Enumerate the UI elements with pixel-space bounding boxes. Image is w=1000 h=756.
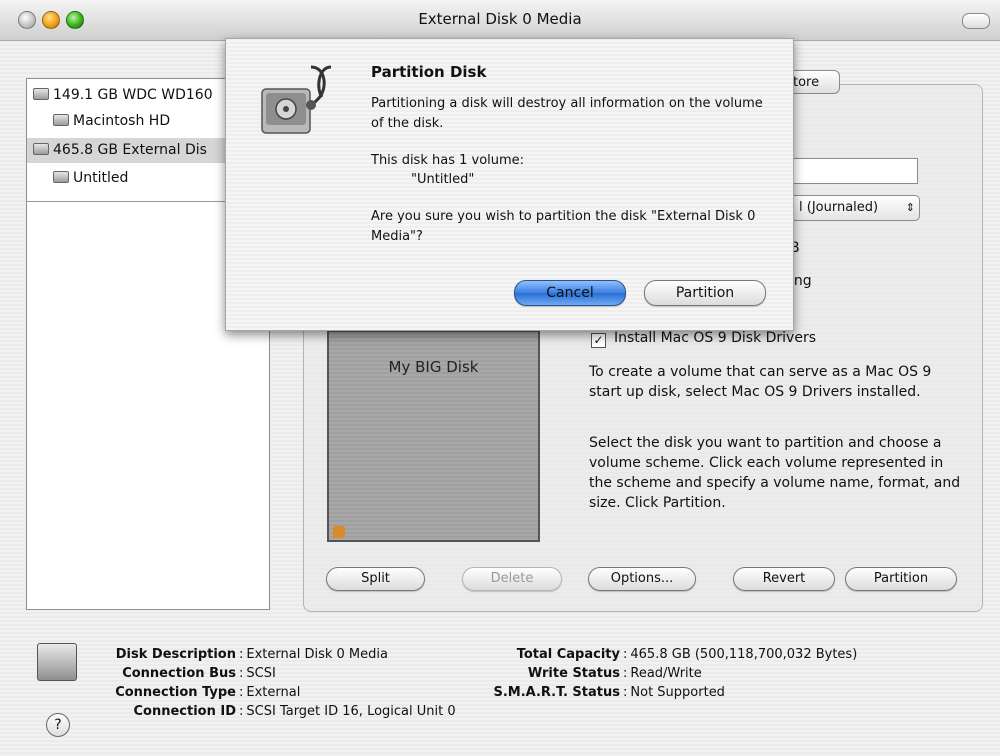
disk-list-item-label: 465.8 GB External Dis	[53, 142, 207, 158]
title-bar: External Disk 0 Media	[0, 0, 1000, 41]
disk-info-icon	[37, 643, 77, 681]
options-button[interactable]: Options...	[588, 567, 696, 591]
disk-description-label: Disk Description	[115, 647, 236, 662]
connection-id-value: SCSI Target ID 16, Logical Unit 0	[246, 704, 456, 719]
help-button[interactable]: ?	[46, 713, 70, 737]
install-os9-drivers-checkbox[interactable]: ✓	[591, 333, 606, 348]
cancel-button[interactable]: Cancel	[514, 280, 626, 306]
toolbar-toggle-button[interactable]	[962, 13, 990, 29]
confirm-partition-button[interactable]: Partition	[644, 280, 766, 306]
disk-info-left: Disk Description: External Disk 0 Media C…	[100, 645, 456, 721]
window-title: External Disk 0 Media	[418, 10, 582, 28]
install-os9-drivers-label: Install Mac OS 9 Disk Drivers	[614, 330, 817, 346]
smart-status-value: Not Supported	[630, 685, 725, 700]
hard-disk-icon	[33, 88, 49, 100]
scheme-volume-name: My BIG Disk	[388, 358, 479, 376]
total-capacity-value: 465.8 GB (500,118,700,032 Bytes)	[630, 647, 858, 662]
volume-icon	[53, 171, 69, 183]
disk-description-value: External Disk 0 Media	[246, 647, 388, 662]
disk-list-item-label: 149.1 GB WDC WD160	[53, 87, 213, 103]
write-status-value: Read/Write	[630, 666, 702, 681]
connection-type-value: External	[246, 685, 301, 700]
lock-icon[interactable]	[333, 526, 345, 538]
connection-bus-label: Connection Bus	[122, 666, 236, 681]
dialog-title: Partition Disk	[371, 63, 487, 81]
partition-button[interactable]: Partition	[845, 567, 957, 591]
total-capacity-label: Total Capacity	[516, 647, 620, 662]
volume-scheme[interactable]: My BIG Disk	[327, 330, 540, 542]
partition-disk-sheet: Partition Disk Partitioning a disk will …	[225, 38, 794, 331]
connection-type-label: Connection Type	[115, 685, 236, 700]
dialog-question: Are you sure you wish to partition the d…	[371, 209, 756, 244]
dialog-volume-name: "Untitled"	[411, 172, 475, 187]
revert-button[interactable]: Revert	[733, 567, 835, 591]
connection-bus-value: SCSI	[246, 666, 276, 681]
connection-id-label: Connection ID	[133, 704, 236, 719]
delete-button[interactable]: Delete	[462, 567, 562, 591]
disk-info-right: Total Capacity:465.8 GB (500,118,700,032…	[478, 645, 857, 702]
hard-disk-icon	[33, 143, 49, 155]
install-os9-drivers-option[interactable]: ✓ Install Mac OS 9 Disk Drivers	[591, 330, 816, 348]
disk-list-item-label: Macintosh HD	[73, 113, 171, 129]
dialog-volume-count: This disk has 1 volume:	[371, 153, 525, 168]
select-arrows-icon: ⇕	[905, 201, 915, 214]
split-button[interactable]: Split	[326, 567, 425, 591]
smart-status-label: S.M.A.R.T. Status	[493, 685, 620, 700]
os9-help-text: To create a volume that can serve as a M…	[589, 364, 932, 400]
volume-icon	[53, 114, 69, 126]
write-status-label: Write Status	[527, 666, 620, 681]
partition-help-text: Select the disk you want to partition an…	[589, 435, 961, 511]
format-select-value: l (Journaled)	[799, 200, 879, 215]
disk-utility-icon	[261, 65, 332, 134]
format-select[interactable]: l (Journaled) ⇕	[790, 195, 920, 221]
dialog-warning: Partitioning a disk will destroy all inf…	[371, 96, 763, 131]
disk-list-item-label: Untitled	[73, 170, 129, 186]
